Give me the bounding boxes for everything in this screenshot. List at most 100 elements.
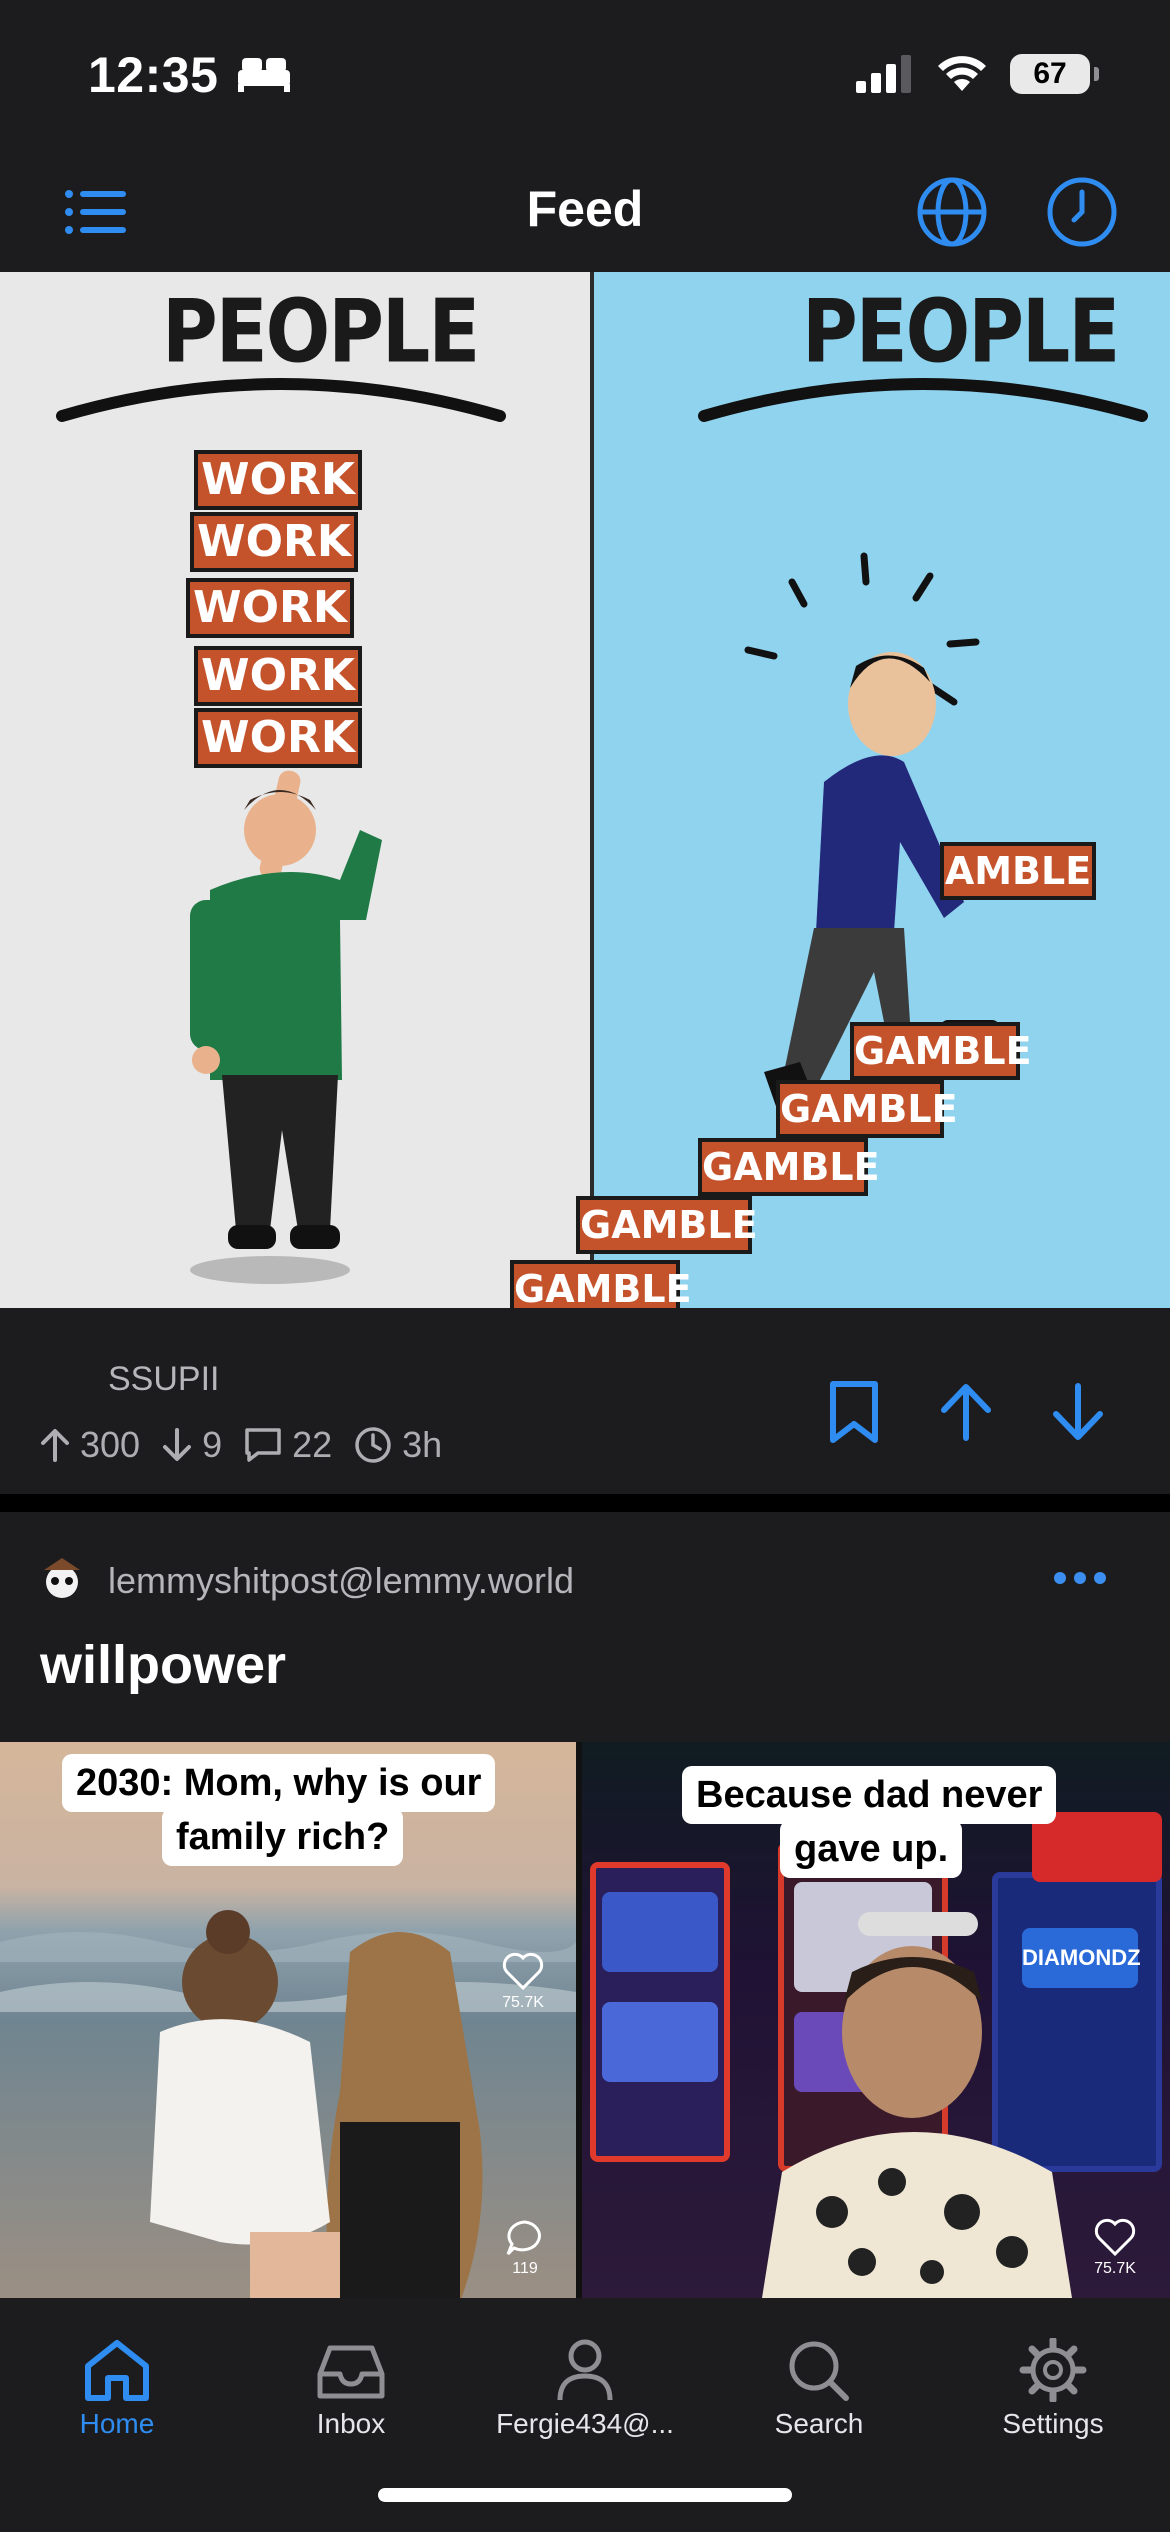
gamble-step: GAMBLE <box>510 1260 692 1308</box>
home-indicator[interactable] <box>378 2488 792 2502</box>
arc-shape <box>698 378 1148 422</box>
more-options-button[interactable] <box>1046 1558 1114 1598</box>
feed-type-button[interactable] <box>912 172 992 252</box>
tab-label: Settings <box>1002 2408 1104 2439</box>
upvote-button[interactable] <box>932 1378 1000 1446</box>
post-footer: SSUPII 300 9 22 3h <box>0 1308 1170 1494</box>
gamble-step: GAMBLE <box>698 1138 880 1196</box>
comment-count: 119 <box>512 2260 538 2277</box>
sort-button[interactable] <box>1042 172 1122 252</box>
wifi-icon <box>938 56 986 91</box>
work-box: WORK <box>190 512 358 572</box>
heart-icon <box>502 1952 544 1990</box>
arrow-up-icon <box>941 1384 991 1441</box>
meme-heading: PEOPLE <box>162 280 480 383</box>
upvote-count: 300 <box>40 1424 140 1466</box>
arc-shape <box>56 378 506 422</box>
post-image[interactable]: 2030: Mom, why is our family rich? 75.7K… <box>0 1742 1170 2298</box>
beach-photo: 2030: Mom, why is our family rich? 75.7K… <box>0 1742 576 2298</box>
sleep-focus-icon <box>238 58 290 92</box>
post-age: 3h <box>354 1424 442 1466</box>
tired-worker-illustration <box>190 770 382 1284</box>
community-name[interactable]: SSUPII <box>108 1360 219 1399</box>
slot-screen <box>602 1892 718 1972</box>
globe-icon <box>917 177 987 247</box>
meme-panel-left: PEOPLE WORK WORK WORK WORK WORK <box>0 272 590 1308</box>
post-title[interactable]: willpower <box>40 1634 286 1696</box>
downvote-count: 9 <box>162 1424 222 1466</box>
person-icon <box>557 2339 613 2401</box>
slot-screen <box>602 2002 718 2082</box>
comment-bubble-icon <box>506 2220 541 2256</box>
status-indicators: 67 <box>856 54 1099 94</box>
tab-label: Home <box>79 2408 155 2439</box>
tab-home[interactable]: Home <box>0 2338 234 2440</box>
gamble-box-held: AMBLE <box>940 842 1096 900</box>
like-indicator: 75.7K <box>502 1952 544 2012</box>
navigation-bar: Feed <box>0 150 1170 272</box>
clock-icon <box>1047 177 1117 247</box>
post-stats: 300 9 22 3h <box>40 1424 442 1466</box>
clock-icon <box>355 1427 391 1463</box>
tab-search[interactable]: Search <box>702 2338 936 2440</box>
downvote-button[interactable] <box>1044 1378 1112 1446</box>
slot-topper <box>1032 1812 1162 1882</box>
bookmark-icon <box>830 1381 878 1443</box>
heart-icon <box>1094 2218 1136 2256</box>
save-button[interactable] <box>820 1378 888 1446</box>
gamble-step: GAMBLE <box>776 1080 958 1138</box>
man-illustration <box>762 1912 1072 2298</box>
cellular-signal-icon <box>856 55 911 93</box>
meme-heading: PEOPLE <box>802 280 1120 383</box>
video-caption-line: gave up. <box>780 1820 963 1878</box>
video-caption-line: Because dad never <box>682 1766 1057 1824</box>
battery-indicator: 67 <box>1010 54 1099 94</box>
post-image[interactable]: PEOPLE WORK WORK WORK WORK WORK PEOPLE A… <box>0 272 1170 1308</box>
work-box: WORK <box>194 708 362 768</box>
page-title: Feed <box>526 181 644 237</box>
work-box: WORK <box>194 646 362 706</box>
tab-label: Search <box>774 2408 864 2439</box>
comment-count: 22 <box>244 1424 332 1466</box>
mother-and-child-illustration <box>150 1910 483 2298</box>
like-count: 75.7K <box>1094 2260 1136 2277</box>
comment-indicator: 119 <box>504 2218 546 2278</box>
post-actions <box>820 1378 1112 1446</box>
arrow-up-icon <box>41 1429 69 1462</box>
comment-value: 22 <box>292 1424 333 1465</box>
ellipsis-icon <box>1054 1572 1066 1584</box>
gamble-step: GAMBLE <box>576 1196 758 1254</box>
post-header: lemmyshitpost@lemmy.world willpower <box>0 1512 1170 1742</box>
community-avatar-icon[interactable] <box>40 1556 84 1600</box>
status-bar: 12:35 67 <box>0 0 1170 150</box>
tab-inbox[interactable]: Inbox <box>234 2338 468 2440</box>
age-value: 3h <box>402 1424 443 1465</box>
search-icon <box>789 2341 849 2401</box>
community-name[interactable]: lemmyshitpost@lemmy.world <box>108 1560 574 1602</box>
ellipsis-icon <box>1094 1572 1106 1584</box>
arrow-down-icon <box>1053 1383 1103 1440</box>
status-time: 12:35 <box>88 47 219 103</box>
comment-icon <box>245 1428 281 1462</box>
tab-label: Fergie434@... <box>496 2408 674 2439</box>
upvote-value: 300 <box>80 1424 141 1465</box>
post-separator <box>0 1494 1170 1512</box>
video-caption-line: 2030: Mom, why is our <box>62 1754 496 1812</box>
home-icon <box>85 2340 149 2401</box>
meme-panel-right: PEOPLE AMBLE GAMBLE GAMBLE GAMBLE GAMBLE <box>576 272 1170 1308</box>
video-caption-line: family rich? <box>162 1808 404 1866</box>
casino-photo: DIAMONDZ Because dad never gave up. 75.7… <box>582 1742 1170 2298</box>
arrow-down-icon <box>163 1428 192 1461</box>
work-box: WORK <box>194 450 362 510</box>
tab-profile[interactable]: Fergie434@... <box>468 2338 702 2440</box>
like-count: 75.7K <box>502 1994 544 2011</box>
gear-icon <box>1019 2338 1087 2402</box>
inbox-icon <box>317 2345 385 2399</box>
ellipsis-icon <box>1074 1572 1086 1584</box>
downvote-value: 9 <box>202 1424 223 1465</box>
tab-label: Inbox <box>316 2408 386 2439</box>
work-box: WORK <box>186 578 354 638</box>
gamble-step: GAMBLE <box>850 1022 1032 1080</box>
like-indicator: 75.7K <box>1094 2218 1136 2278</box>
tab-settings[interactable]: Settings <box>936 2338 1170 2440</box>
